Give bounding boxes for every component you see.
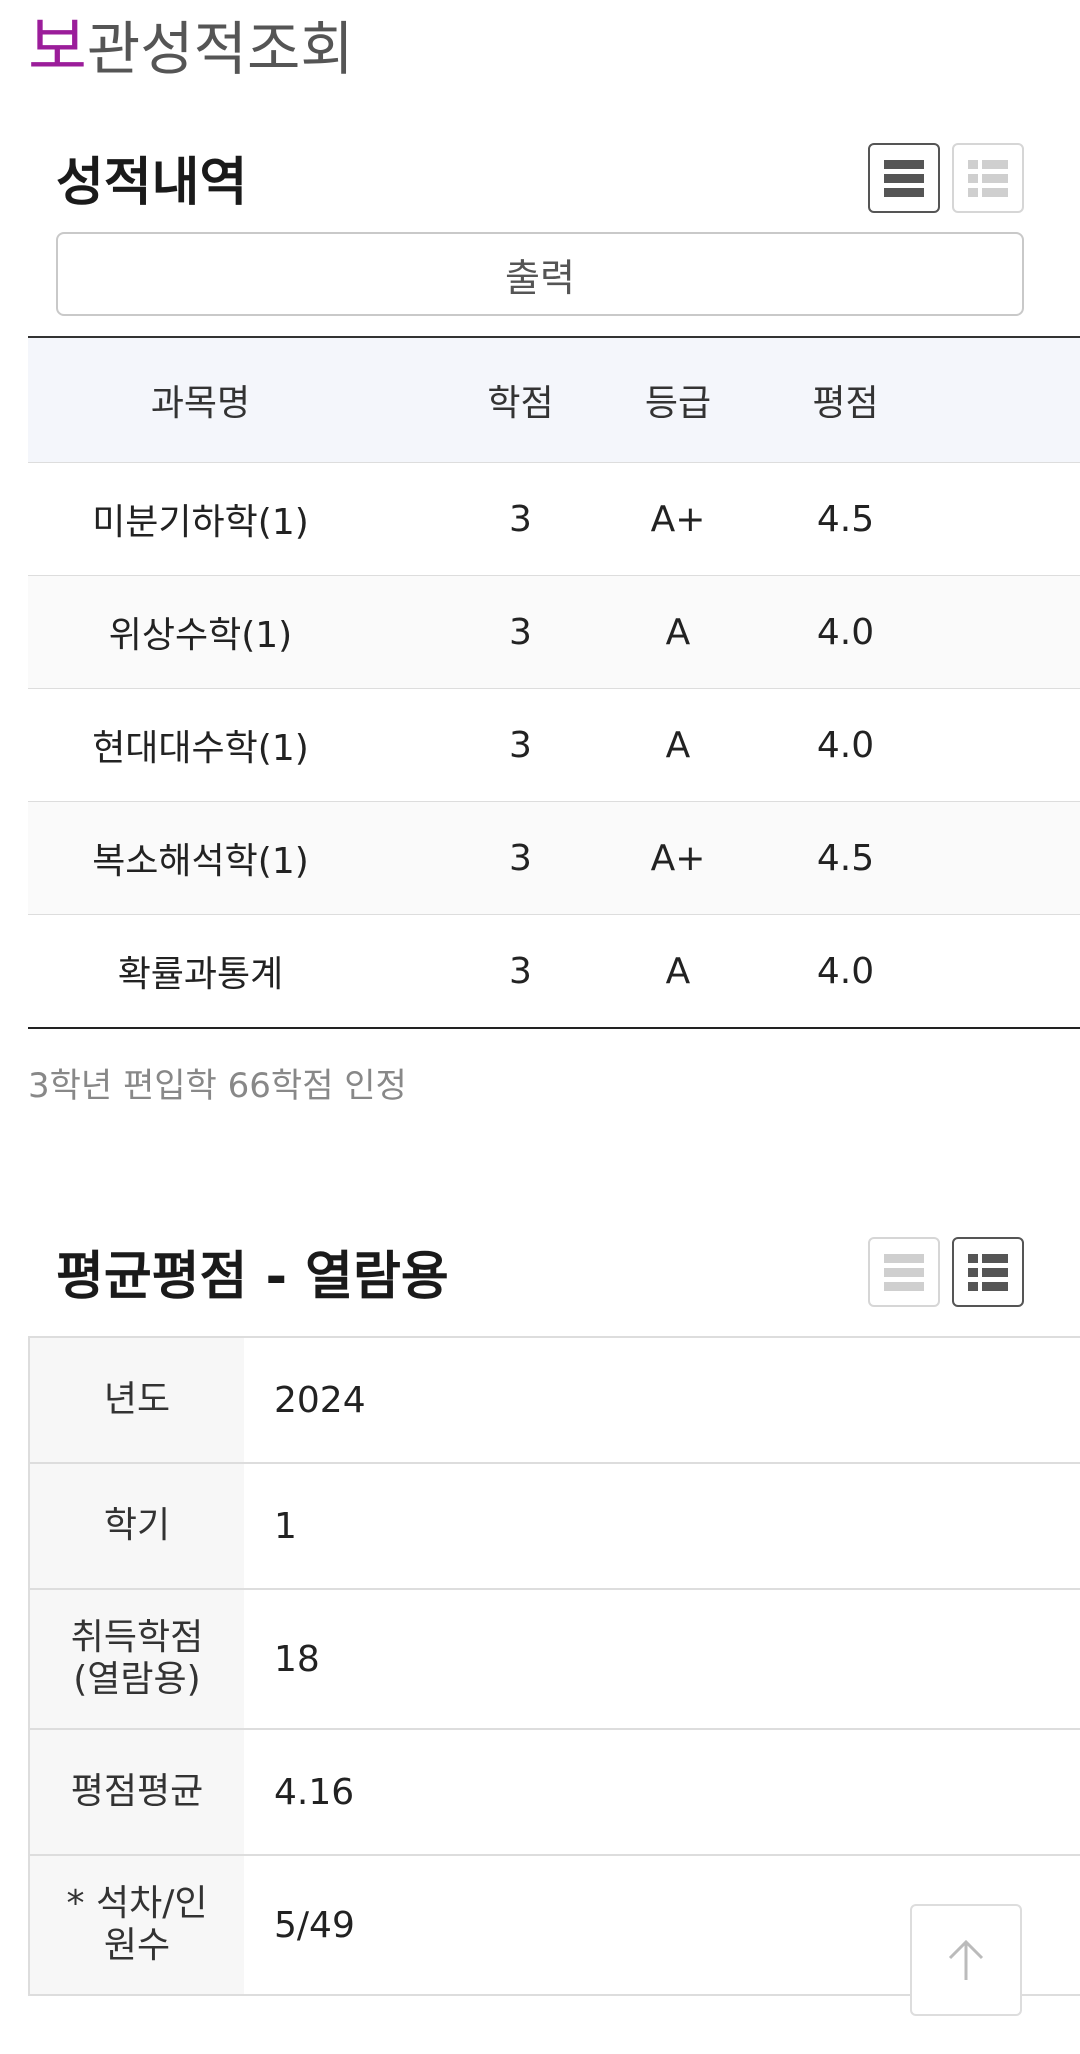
page-title: 보관성적조회 <box>28 12 354 85</box>
info-row-credits: 취득학점 (열람용) 18 <box>28 1590 1080 1730</box>
point-cell: 4.0 <box>816 950 875 992</box>
average-section-title: 평균평점 - 열람용 <box>56 1247 449 1307</box>
grades-list-view-button[interactable] <box>868 142 940 213</box>
column-header-credit: 학점 <box>487 383 554 424</box>
page-title-first-char: 보 <box>28 11 87 85</box>
column-header-point: 평점 <box>812 383 879 424</box>
table-row: 현대대수학(1) 3 A 4.0 <box>28 689 1080 802</box>
grade-cell: A <box>665 611 691 653</box>
subject-cell: 위상수학(1) <box>108 615 293 656</box>
grades-detail-view-button[interactable] <box>952 142 1024 213</box>
subject-cell: 확률과통계 <box>117 954 284 995</box>
average-list-view-button[interactable] <box>868 1236 940 1307</box>
info-row-semester: 학기 1 <box>28 1464 1080 1590</box>
table-row: 위상수학(1) 3 A 4.0 <box>28 576 1080 689</box>
info-row-gpa: 평점평균 4.16 <box>28 1730 1080 1856</box>
transfer-credit-note: 3학년 편입학 66학점 인정 <box>28 1066 407 1106</box>
list-view-icon <box>884 1253 924 1291</box>
column-header-subject: 과목명 <box>150 383 251 424</box>
grade-cell: A+ <box>650 498 706 540</box>
grade-cell: A <box>665 724 691 766</box>
average-info-table: 년도 2024 학기 1 취득학점 (열람용) 18 평점평균 4.16 * 석차… <box>28 1336 1080 1996</box>
info-label: * 석차/인 원수 <box>28 1856 244 1994</box>
credit-cell: 3 <box>509 950 532 992</box>
arrow-up-icon <box>948 1939 984 1980</box>
subject-cell: 복소해석학(1) <box>92 841 309 882</box>
table-row: 확률과통계 3 A 4.0 <box>28 915 1080 1027</box>
detail-list-icon <box>968 1253 1008 1291</box>
info-value: 2024 <box>274 1379 366 1421</box>
grade-cell: A <box>665 950 691 992</box>
detail-list-icon <box>968 159 1008 197</box>
credit-cell: 3 <box>509 611 532 653</box>
info-label: 학기 <box>28 1464 244 1588</box>
grade-cell: A+ <box>650 837 706 879</box>
info-value: 18 <box>274 1638 320 1680</box>
info-label-text: 취득학점 <box>70 1617 204 1658</box>
info-label-text: 년도 <box>103 1379 171 1420</box>
average-section-header: 평균평점 - 열람용 <box>56 1234 1024 1309</box>
average-detail-view-button[interactable] <box>952 1236 1024 1307</box>
scroll-to-top-button[interactable] <box>910 1904 1022 2016</box>
credit-cell: 3 <box>509 837 532 879</box>
list-view-icon <box>884 159 924 197</box>
info-label: 취득학점 (열람용) <box>28 1590 244 1728</box>
info-label-text: * 석차/인 <box>66 1883 208 1924</box>
table-row: 복소해석학(1) 3 A+ 4.5 <box>28 802 1080 915</box>
subject-cell: 현대대수학(1) <box>92 728 309 769</box>
info-label: 평점평균 <box>28 1730 244 1854</box>
subject-cell: 미분기하학(1) <box>92 502 309 543</box>
info-label: 년도 <box>28 1338 244 1462</box>
grades-section-header: 성적내역 <box>56 140 1024 215</box>
grades-table-header: 과목명 학점 등급 평점 <box>28 338 1080 463</box>
grades-view-toggle <box>868 142 1024 213</box>
info-label-text: 학기 <box>103 1505 171 1546</box>
credit-cell: 3 <box>509 498 532 540</box>
page-title-rest: 관성적조회 <box>86 15 354 83</box>
point-cell: 4.5 <box>816 498 875 540</box>
point-cell: 4.0 <box>816 611 875 653</box>
info-label-text: (열람용) <box>73 1659 201 1700</box>
info-row-year: 년도 2024 <box>28 1338 1080 1464</box>
grades-table: 과목명 학점 등급 평점 미분기하학(1) 3 A+ 4.5 위상수학(1) 3… <box>28 336 1080 1029</box>
info-value: 4.16 <box>274 1771 355 1813</box>
grades-section-title: 성적내역 <box>56 153 248 213</box>
table-row: 미분기하학(1) 3 A+ 4.5 <box>28 463 1080 576</box>
print-button[interactable]: 출력 <box>56 232 1024 316</box>
info-label-text: 원수 <box>103 1925 171 1966</box>
point-cell: 4.5 <box>816 837 875 879</box>
info-label-text: 평점평균 <box>70 1771 204 1812</box>
column-header-grade: 등급 <box>644 383 712 424</box>
average-view-toggle <box>868 1236 1024 1307</box>
credit-cell: 3 <box>509 724 532 766</box>
point-cell: 4.0 <box>816 724 875 766</box>
info-value: 1 <box>274 1505 297 1547</box>
